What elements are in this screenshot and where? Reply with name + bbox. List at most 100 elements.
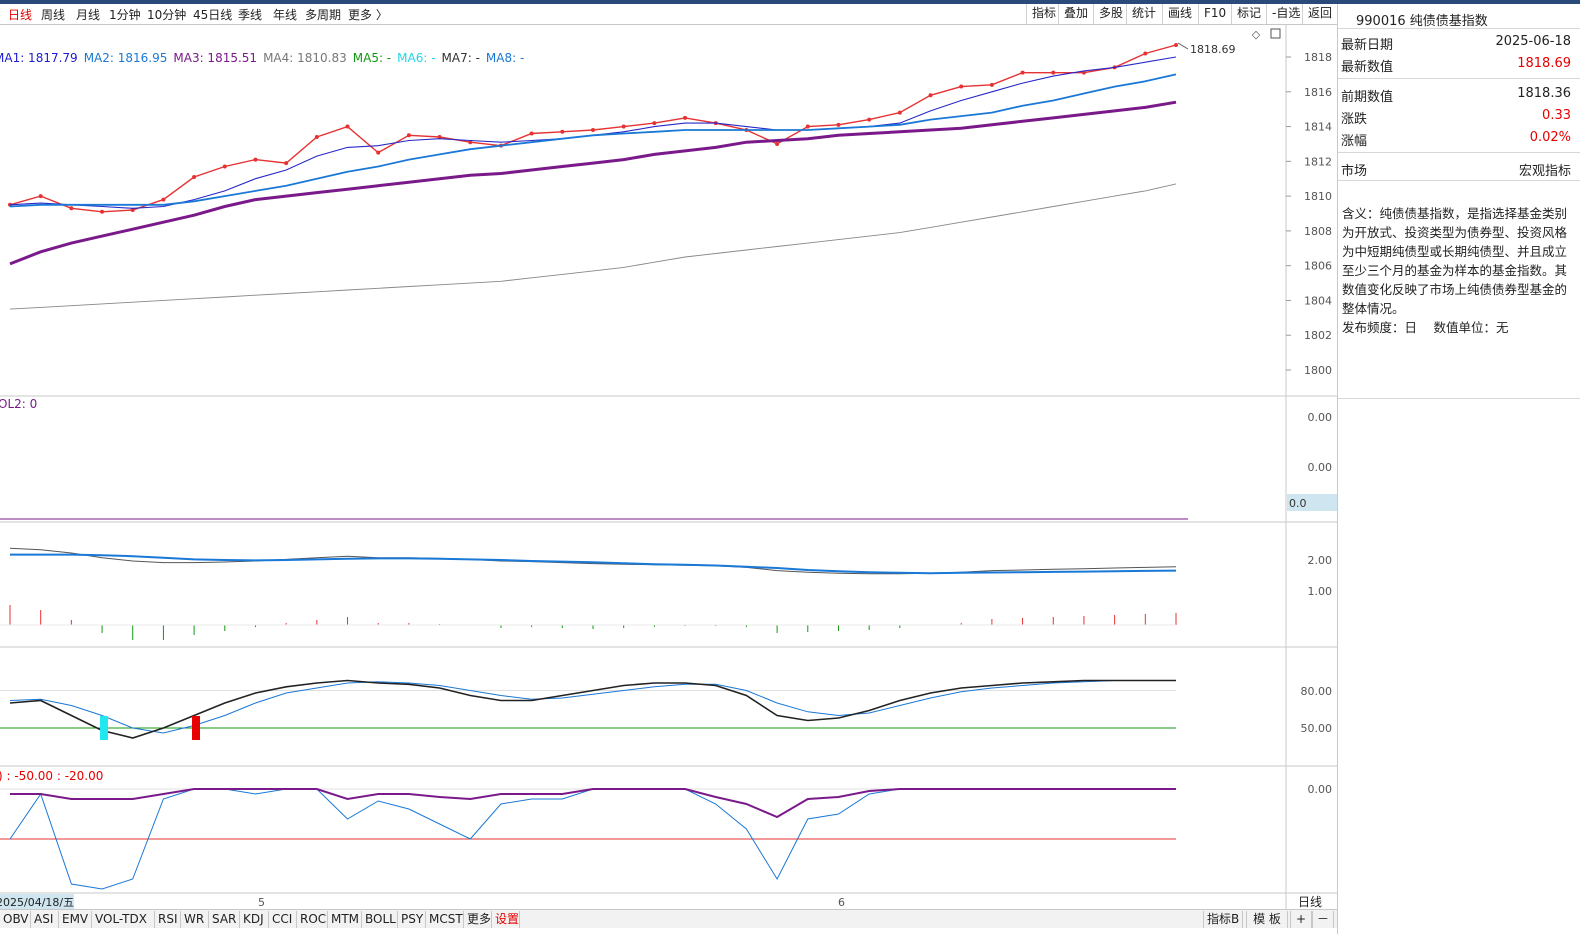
- toolbar-button[interactable]: 多股: [1093, 4, 1128, 24]
- chart-canvas[interactable]: 1818 1816 1814 1812 1810 1808 1806 1804 1802 1800…: [0, 25, 1337, 909]
- indicator-tab[interactable]: ASI: [31, 911, 59, 928]
- series-line-ma2: [9, 56, 1177, 209]
- info-key: 最新日期: [1341, 38, 1394, 53]
- indicator-tab[interactable]: PSY: [398, 911, 426, 928]
- period-tab[interactable]: 10分钟: [147, 6, 186, 23]
- indicator-tab[interactable]: CCI: [269, 911, 297, 928]
- kdj-k-line: [9, 679, 1176, 739]
- indicator-tab[interactable]: RSI: [155, 911, 181, 928]
- date-cursor-label: 2025/04/18/五: [0, 896, 74, 909]
- kdj-d-line: [9, 680, 1176, 734]
- price-axis-label: 1802: [1304, 329, 1332, 342]
- indicator-tab[interactable]: OBV: [0, 911, 31, 928]
- toolbar-button[interactable]: 统计: [1126, 4, 1161, 24]
- period-tab[interactable]: 年线: [273, 6, 297, 23]
- period-tab[interactable]: 周线: [41, 6, 65, 23]
- period-tab[interactable]: 季线: [238, 6, 262, 23]
- kdj-signal-marker: [100, 716, 108, 740]
- macd-axis-label: 2.00: [1308, 554, 1333, 567]
- data-point: [192, 174, 197, 179]
- indicator-tab[interactable]: 更多: [464, 911, 492, 928]
- indicator-tab[interactable]: VOL-TDX: [92, 911, 155, 928]
- toolbar-button[interactable]: F10: [1198, 4, 1231, 24]
- data-point: [836, 122, 841, 127]
- data-point: [406, 133, 411, 138]
- price-axis-label: 1814: [1304, 121, 1332, 134]
- info-row: 前期数值 1818.36: [1341, 84, 1571, 106]
- data-point: [314, 134, 319, 139]
- index-description: 含义：纯债债基指数，是指选择基金类别为开放式、投资类型为债券型、投资风格为中短期…: [1342, 204, 1568, 337]
- info-panel: 990016 纯债债基指数 含义：纯债债基指数，是指选择基金类别为开放式、投资类…: [1337, 4, 1580, 934]
- data-point: [1143, 51, 1148, 56]
- info-row: 最新数值 1818.69: [1341, 54, 1571, 76]
- ma-legend-item: MA4: 1810.83: [263, 51, 347, 65]
- period-tab[interactable]: 多周期: [305, 6, 341, 23]
- diamond-icon: ◇: [1252, 28, 1261, 41]
- wr-line-2: [10, 788, 1176, 819]
- data-point: [284, 161, 289, 166]
- window-icon[interactable]: [1270, 28, 1281, 39]
- panel-control-button[interactable]: 模 板: [1246, 911, 1288, 928]
- info-row: 最新日期 2025-06-18: [1341, 32, 1571, 54]
- month-label: 5: [258, 896, 265, 909]
- info-row: 涨跌 0.33: [1341, 106, 1571, 128]
- period-tab[interactable]: 月线: [76, 6, 100, 23]
- panel-control-button[interactable]: －: [1312, 911, 1334, 928]
- toolbar-button[interactable]: 返回: [1302, 4, 1337, 24]
- info-key: 最新数值: [1341, 60, 1394, 75]
- panel-control-button[interactable]: +: [1290, 911, 1312, 928]
- divider: [1338, 398, 1580, 399]
- data-point: [1051, 70, 1056, 75]
- toolbar-button[interactable]: 叠加: [1058, 4, 1093, 24]
- period-tab[interactable]: 更多 〉: [348, 6, 388, 23]
- indicator-tab[interactable]: BOLL: [362, 911, 398, 928]
- month-label: 6: [838, 896, 845, 909]
- divider: [1338, 78, 1580, 79]
- toolbar-button[interactable]: -自选: [1266, 4, 1305, 24]
- data-point: [867, 117, 872, 122]
- indicator-tab[interactable]: MCST: [426, 911, 464, 928]
- macd-dif-line: [9, 547, 1177, 575]
- wr-axis-label: 0.00: [1308, 783, 1333, 796]
- divider: [1338, 180, 1580, 181]
- indicator-tab[interactable]: SAR: [209, 911, 240, 928]
- kdj-signal-marker: [192, 716, 200, 740]
- info-value: 1818.69: [1517, 56, 1571, 71]
- indicator-tab[interactable]: EMV: [59, 911, 92, 928]
- divider: [1338, 28, 1580, 29]
- data-point: [775, 141, 780, 146]
- data-point: [989, 82, 994, 87]
- data-point: [652, 121, 657, 126]
- volume-axis-label: 0.00: [1308, 461, 1333, 474]
- kdj-axis-label: 80.00: [1301, 685, 1333, 698]
- data-point: [621, 124, 626, 129]
- data-point: [1174, 43, 1178, 48]
- toolbar-button[interactable]: 指标: [1026, 4, 1061, 24]
- toolbar-button[interactable]: 标记: [1231, 4, 1266, 24]
- index-title: 990016 纯债债基指数: [1356, 14, 1488, 29]
- period-tab[interactable]: 日线: [8, 6, 32, 23]
- info-value: 2025-06-18: [1495, 34, 1571, 49]
- period-tab[interactable]: 1分钟: [109, 6, 141, 23]
- toolbar-button[interactable]: 画线: [1162, 4, 1197, 24]
- indicator-tab[interactable]: MTM: [328, 911, 362, 928]
- divider: [1338, 152, 1580, 153]
- ma-legend: MA1: 1817.79 MA2: 1816.95 MA3: 1815.51 MA4:…: [0, 51, 530, 67]
- data-point: [345, 124, 350, 129]
- indicator-tab[interactable]: KDJ: [240, 911, 269, 928]
- indicator-tab[interactable]: ROC: [297, 911, 328, 928]
- info-row: 市场 宏观指标: [1341, 158, 1571, 180]
- data-point: [928, 93, 933, 98]
- panel-control-button[interactable]: 指标B: [1203, 911, 1243, 928]
- kdj-axis-label: 50.00: [1301, 722, 1333, 735]
- data-point: [805, 124, 810, 129]
- data-point: [683, 115, 688, 120]
- period-tab[interactable]: 45日线: [193, 6, 232, 23]
- chart-area[interactable]: 1818 1816 1814 1812 1810 1808 1806 1804 1802 1800…: [0, 25, 1337, 909]
- data-point: [529, 131, 534, 136]
- info-value: 0.02%: [1529, 130, 1571, 145]
- price-axis-label: 1808: [1304, 225, 1332, 238]
- indicator-tab[interactable]: 设置: [492, 911, 520, 928]
- volume-label: OL2: 0: [0, 397, 37, 411]
- indicator-tab[interactable]: WR: [181, 911, 209, 928]
